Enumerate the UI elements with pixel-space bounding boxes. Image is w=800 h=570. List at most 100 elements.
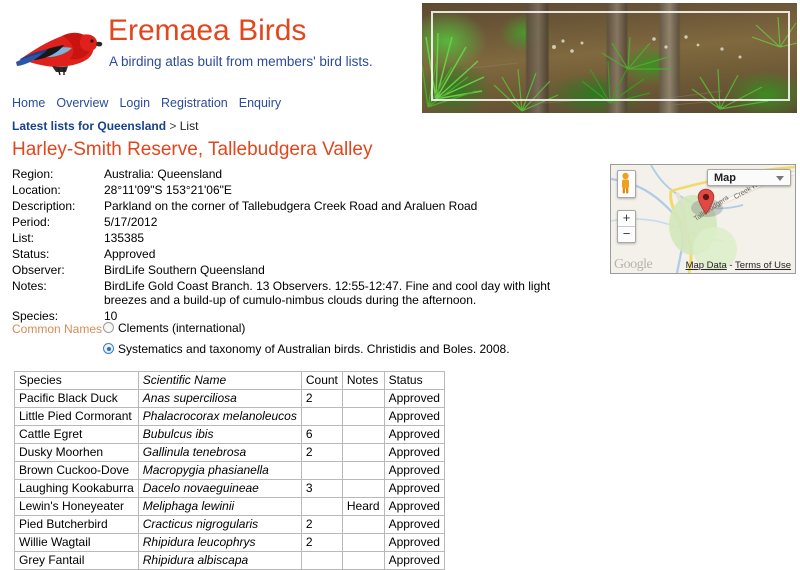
column-header-species[interactable]: Species [14, 371, 139, 390]
list-details: Region: Australia: Queensland Location: … [12, 167, 592, 325]
nav-item-login[interactable]: Login [119, 96, 150, 110]
detail-label-region: Region: [12, 167, 54, 181]
radio-christidis-icon[interactable] [103, 343, 114, 354]
page-title: Harley-Smith Reserve, Tallebudgera Valle… [12, 139, 373, 160]
cell-status: Approved [383, 551, 445, 570]
detail-value-observer: BirdLife Southern Queensland [104, 263, 265, 277]
cell-species: Grey Fantail [14, 551, 139, 570]
detail-value-description: Parkland on the corner of Tallebudgera C… [104, 199, 478, 213]
map-zoom-out-button[interactable]: − [618, 227, 635, 242]
cell-scientific: Rhipidura albiscapa [137, 551, 302, 570]
location-map[interactable]: Tallebudgera Creek Rd + − Map Google Map… [610, 164, 796, 274]
table-row: Dusky Moorhen Gallinula tenebrosa 2 Appr… [14, 443, 445, 462]
cell-species: Cattle Egret [14, 425, 139, 444]
detail-label-status: Status: [12, 247, 50, 261]
cell-status: Approved [383, 461, 445, 480]
chevron-down-icon [776, 176, 784, 181]
cell-notes [341, 515, 385, 534]
breadcrumb: Latest lists for Queensland > List [12, 119, 198, 133]
cell-status: Approved [383, 425, 445, 444]
detail-label-description: Description: [12, 199, 76, 213]
detail-value-location: 28°11'09"S 153°21'06"E [104, 183, 232, 197]
species-table: Species Scientific Name Count Notes Stat… [14, 371, 445, 570]
species-table-body: Pacific Black Duck Anas superciliosa 2 A… [14, 389, 445, 570]
table-row: Grey Fantail Rhipidura albiscapa Approve… [14, 551, 445, 570]
nav-item-registration[interactable]: Registration [161, 96, 228, 110]
common-names-option-clements-label: Clements (international) [118, 321, 246, 335]
table-row: Laughing Kookaburra Dacelo novaeguineae … [14, 479, 445, 498]
table-row: Cattle Egret Bubulcus ibis 6 Approved [14, 425, 445, 444]
cell-count [300, 407, 343, 426]
radio-clements-icon[interactable] [103, 322, 114, 333]
map-location-marker-icon[interactable] [697, 188, 715, 215]
cell-notes [341, 443, 385, 462]
cell-species: Little Pied Cormorant [14, 407, 139, 426]
cell-count: 2 [300, 389, 343, 408]
cell-scientific: Macropygia phasianella [137, 461, 302, 480]
crimson-rosella-logo-icon [12, 22, 104, 78]
cell-species: Pacific Black Duck [14, 389, 139, 408]
nav-item-home[interactable]: Home [12, 96, 45, 110]
list-details-table: Region: Australia: Queensland Location: … [12, 167, 582, 325]
column-header-count[interactable]: Count [300, 371, 343, 390]
cell-species: Dusky Moorhen [14, 443, 139, 462]
common-names-option-clements[interactable]: Clements (international) [103, 321, 245, 335]
map-type-dropdown[interactable]: Map [707, 169, 791, 186]
cell-status: Approved [383, 533, 445, 552]
detail-label-list: List: [12, 231, 35, 245]
cell-count: 2 [300, 443, 343, 462]
detail-value-notes: BirdLife Gold Coast Branch. 13 Observers… [104, 279, 551, 307]
detail-row-notes: Notes: BirdLife Gold Coast Branch. 13 Ob… [12, 279, 582, 309]
table-row: Lewin's Honeyeater Meliphaga lewinii Hea… [14, 497, 445, 516]
table-row: Willie Wagtail Rhipidura leucophrys 2 Ap… [14, 533, 445, 552]
map-type-label: Map [714, 172, 736, 184]
site-header: Eremaea Birds A birding atlas built from… [0, 0, 800, 113]
cell-count [300, 461, 343, 480]
cell-species: Lewin's Honeyeater [14, 497, 139, 516]
map-zoom-in-button[interactable]: + [618, 211, 635, 227]
cell-species: Brown Cuckoo-Dove [14, 461, 139, 480]
cell-scientific: Bubulcus ibis [137, 425, 302, 444]
cell-species: Pied Butcherbird [14, 515, 139, 534]
table-row: Little Pied Cormorant Phalacrocorax mela… [14, 407, 445, 426]
site-branding: Eremaea Birds A birding atlas built from… [12, 14, 402, 84]
cell-scientific: Meliphaga lewinii [137, 497, 302, 516]
cell-status: Approved [383, 497, 445, 516]
common-names-option-christidis[interactable]: Systematics and taxonomy of Australian b… [103, 342, 510, 356]
breadcrumb-parent-link[interactable]: Latest lists for Queensland [12, 119, 166, 133]
terms-of-use-link[interactable]: Terms of Use [735, 260, 791, 271]
main-nav: Home Overview Login Registration Enquiry [12, 96, 281, 110]
detail-value-period: 5/17/2012 [104, 215, 158, 229]
cell-scientific: Anas superciliosa [137, 389, 302, 408]
cell-notes [341, 407, 385, 426]
nav-item-overview[interactable]: Overview [56, 96, 108, 110]
cell-status: Approved [383, 443, 445, 462]
map-zoom-controls[interactable]: + − [617, 210, 636, 243]
cell-status: Approved [383, 389, 445, 408]
banner-frame [431, 11, 790, 101]
nav-item-enquiry[interactable]: Enquiry [239, 96, 281, 110]
street-view-pegman-icon[interactable] [617, 170, 636, 198]
cell-count: 3 [300, 479, 343, 498]
cell-scientific: Rhipidura leucophrys [137, 533, 302, 552]
detail-value-status: Approved [104, 247, 156, 261]
cell-status: Approved [383, 479, 445, 498]
column-header-status[interactable]: Status [383, 371, 445, 390]
cell-scientific: Gallinula tenebrosa [137, 443, 302, 462]
detail-row-description: Description: Parkland on the corner of T… [12, 199, 582, 215]
species-table-header-row: Species Scientific Name Count Notes Stat… [14, 371, 445, 390]
detail-value-list: 135385 [104, 231, 145, 245]
common-names-label: Common Names [12, 322, 103, 336]
cell-count [300, 497, 343, 516]
map-attrib-separator: - [729, 260, 733, 271]
table-row: Brown Cuckoo-Dove Macropygia phasianella… [14, 461, 445, 480]
column-header-notes[interactable]: Notes [341, 371, 385, 390]
detail-label-period: Period: [12, 215, 51, 229]
map-data-link[interactable]: Map Data [686, 260, 727, 271]
cell-scientific: Phalacrocorax melanoleucos [137, 407, 302, 426]
column-header-scientific[interactable]: Scientific Name [137, 371, 302, 390]
breadcrumb-separator: > [169, 119, 177, 133]
cell-notes [341, 389, 385, 408]
detail-row-observer: Observer: BirdLife Southern Queensland [12, 263, 582, 279]
detail-value-region: Australia: Queensland [104, 167, 223, 181]
